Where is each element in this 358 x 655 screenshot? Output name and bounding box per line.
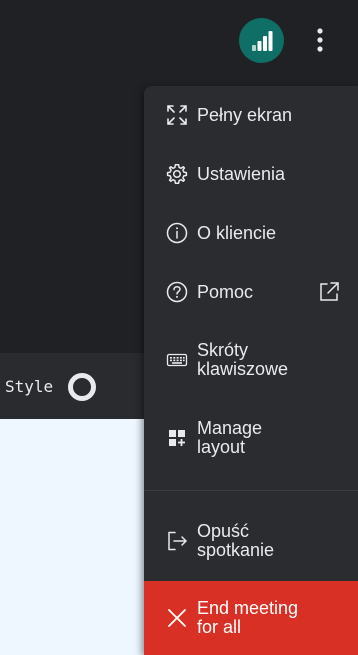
menu-item-help[interactable]: Pomoc: [144, 273, 358, 311]
end-meeting-button[interactable]: End meeting for all: [144, 581, 358, 655]
style-toggle[interactable]: [68, 373, 96, 401]
close-icon: [168, 609, 186, 627]
gear-icon: [166, 164, 188, 184]
external-link-icon: [320, 282, 339, 301]
menu-item-manage-layout[interactable]: Manage layout: [144, 414, 358, 464]
menu-item-label: Pełny ekran: [197, 105, 293, 125]
style-label: Style: [5, 377, 54, 396]
menu-item-about[interactable]: O kliencie: [144, 214, 358, 252]
exit-icon: [168, 531, 187, 551]
menu-item-leave-meeting[interactable]: Opuść spotkanie: [144, 517, 358, 567]
menu-item-label: Ustawienia: [197, 164, 286, 184]
keyboard-icon: [166, 353, 188, 367]
end-meeting-label: End meeting for all: [197, 598, 299, 637]
menu-item-label: O kliencie: [197, 223, 277, 243]
layout-icon: [169, 430, 185, 446]
menu-divider: [144, 490, 358, 491]
menu-item-label: Pomoc: [197, 282, 254, 302]
menu-item-settings[interactable]: Ustawienia: [144, 155, 358, 193]
more-options-button[interactable]: [304, 22, 336, 58]
info-icon: [166, 222, 188, 244]
connection-status-button[interactable]: [239, 18, 284, 63]
help-icon: [166, 281, 188, 303]
more-vert-icon: [317, 28, 323, 52]
options-menu: Pełny ekran Ustawienia O kliencie Pomoc: [144, 86, 358, 655]
menu-item-shortcuts[interactable]: Skróty klawiszowe: [144, 336, 358, 386]
menu-item-fullscreen[interactable]: Pełny ekran: [144, 96, 358, 134]
fullscreen-icon: [167, 105, 187, 125]
signal-bars-icon: [251, 30, 272, 51]
menu-item-label: Skróty klawiszowe: [197, 340, 289, 379]
menu-item-label: Opuść spotkanie: [197, 521, 275, 560]
top-bar: [0, 0, 358, 80]
menu-item-label: Manage layout: [197, 418, 263, 457]
